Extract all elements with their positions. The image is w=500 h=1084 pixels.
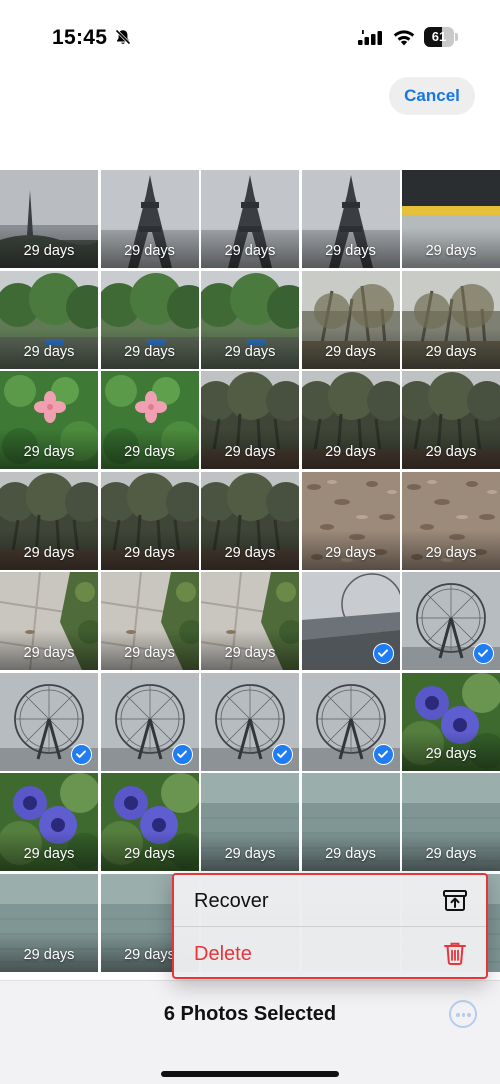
context-menu: Recover Delete: [172, 873, 488, 979]
photo-tile[interactable]: 29 days: [201, 270, 299, 369]
days-remaining-label: 29 days: [425, 544, 477, 561]
menu-divider: [174, 926, 486, 927]
days-remaining-label: 29 days: [23, 444, 75, 460]
photo-tile[interactable]: 29 days: [201, 773, 299, 871]
status-time: 15:45: [52, 26, 108, 49]
photo-tile[interactable]: 29 days: [301, 371, 400, 469]
days-remaining-label: 29 days: [325, 444, 376, 460]
days-remaining-label: 29 days: [124, 444, 175, 460]
photo-grid: 29 days 29 days 29 days 29 days 29 days 29 da…: [0, 170, 500, 980]
days-remaining-label: 29 days: [325, 343, 376, 360]
days-remaining-label: 29 days: [425, 745, 477, 762]
photo-tile[interactable]: 29 days: [201, 572, 299, 670]
checkmark-icon: [272, 743, 293, 765]
photo-tile[interactable]: [100, 672, 199, 771]
photo-tile[interactable]: 29 days: [100, 572, 199, 670]
days-remaining-label: 29 days: [425, 343, 477, 360]
days-remaining-label: 29 days: [325, 243, 376, 259]
photo-tile[interactable]: [301, 672, 400, 771]
days-remaining-label: 29 days: [224, 243, 276, 259]
photo-tile[interactable]: 29 days: [402, 170, 500, 268]
days-remaining-label: 29 days: [23, 243, 75, 259]
days-remaining-label: 29 days: [23, 846, 75, 862]
photo-tile[interactable]: 29 days: [301, 773, 400, 871]
photo-tile[interactable]: 29 days: [0, 773, 98, 871]
photo-tile[interactable]: 29 days: [0, 270, 98, 369]
days-remaining-label: 29 days: [224, 343, 276, 360]
recover-label: Recover: [194, 890, 269, 912]
ellipsis-circle-icon[interactable]: [449, 1000, 477, 1028]
days-remaining-label: 29 days: [224, 846, 276, 862]
days-remaining-label: 29 days: [224, 444, 276, 460]
photo-tile[interactable]: 29 days: [201, 170, 299, 268]
bottom-toolbar: 6 Photos Selected: [0, 980, 500, 1084]
delete-menu-item[interactable]: Delete: [174, 928, 486, 979]
home-indicator: [161, 1071, 339, 1077]
days-remaining-label: 29 days: [425, 444, 477, 460]
checkmark-icon: [372, 643, 394, 664]
selection-count: 6 Photos Selected: [163, 1003, 337, 1025]
photo-tile[interactable]: [402, 572, 500, 670]
photo-tile[interactable]: 29 days: [100, 270, 199, 369]
days-remaining-label: 29 days: [124, 846, 175, 862]
photo-tile[interactable]: 29 days: [301, 270, 400, 369]
checkmark-icon: [171, 743, 193, 765]
photo-tile[interactable]: [201, 672, 299, 771]
days-remaining-label: 29 days: [325, 544, 376, 561]
photo-tile[interactable]: 29 days: [100, 371, 199, 469]
photo-tile[interactable]: 29 days: [301, 471, 400, 570]
photo-tile[interactable]: 29 days: [0, 170, 98, 268]
bell-slash-icon: [115, 29, 131, 45]
days-remaining-label: 29 days: [224, 645, 276, 661]
days-remaining-label: 29 days: [23, 544, 75, 561]
checkmark-icon: [473, 643, 494, 664]
status-bar: 15:45 61: [0, 0, 500, 76]
photo-tile[interactable]: 29 days: [402, 672, 500, 771]
days-remaining-label: 29 days: [124, 343, 175, 360]
checkmark-icon: [372, 743, 394, 765]
trash-icon: [444, 942, 466, 965]
days-remaining-label: 29 days: [23, 645, 75, 661]
photo-tile[interactable]: 29 days: [301, 170, 400, 268]
days-remaining-label: 29 days: [124, 645, 175, 661]
recover-menu-item[interactable]: Recover: [174, 875, 486, 926]
days-remaining-label: 29 days: [425, 243, 477, 259]
days-remaining-label: 29 days: [23, 343, 75, 360]
days-remaining-label: 29 days: [124, 243, 175, 259]
days-remaining-label: 29 days: [23, 946, 75, 963]
photo-tile[interactable]: 29 days: [0, 873, 98, 972]
battery-level: 61: [431, 29, 447, 44]
cancel-button[interactable]: Cancel: [389, 77, 475, 115]
photo-tile[interactable]: 29 days: [201, 471, 299, 570]
photo-tile[interactable]: 29 days: [0, 471, 98, 570]
delete-label: Delete: [194, 943, 252, 965]
photo-tile[interactable]: [0, 672, 98, 771]
photo-tile[interactable]: 29 days: [402, 371, 500, 469]
photo-tile[interactable]: 29 days: [100, 170, 199, 268]
signal-icon: [358, 30, 382, 45]
days-remaining-label: 29 days: [224, 544, 276, 561]
photo-tile[interactable]: 29 days: [0, 371, 98, 469]
photo-tile[interactable]: 29 days: [402, 270, 500, 369]
photo-tile[interactable]: 29 days: [402, 471, 500, 570]
days-remaining-label: 29 days: [325, 846, 376, 862]
days-remaining-label: 29 days: [425, 846, 477, 862]
checkmark-icon: [71, 743, 92, 765]
photo-tile[interactable]: 29 days: [100, 773, 199, 871]
photo-tile[interactable]: 29 days: [201, 371, 299, 469]
archive-restore-icon: [443, 890, 467, 911]
photo-tile[interactable]: 29 days: [100, 471, 199, 570]
days-remaining-label: 29 days: [124, 544, 175, 561]
battery-icon: 61: [424, 27, 458, 47]
photo-tile[interactable]: [301, 572, 400, 670]
photo-tile[interactable]: 29 days: [402, 773, 500, 871]
wifi-icon: [393, 30, 415, 46]
photo-tile[interactable]: 29 days: [0, 572, 98, 670]
